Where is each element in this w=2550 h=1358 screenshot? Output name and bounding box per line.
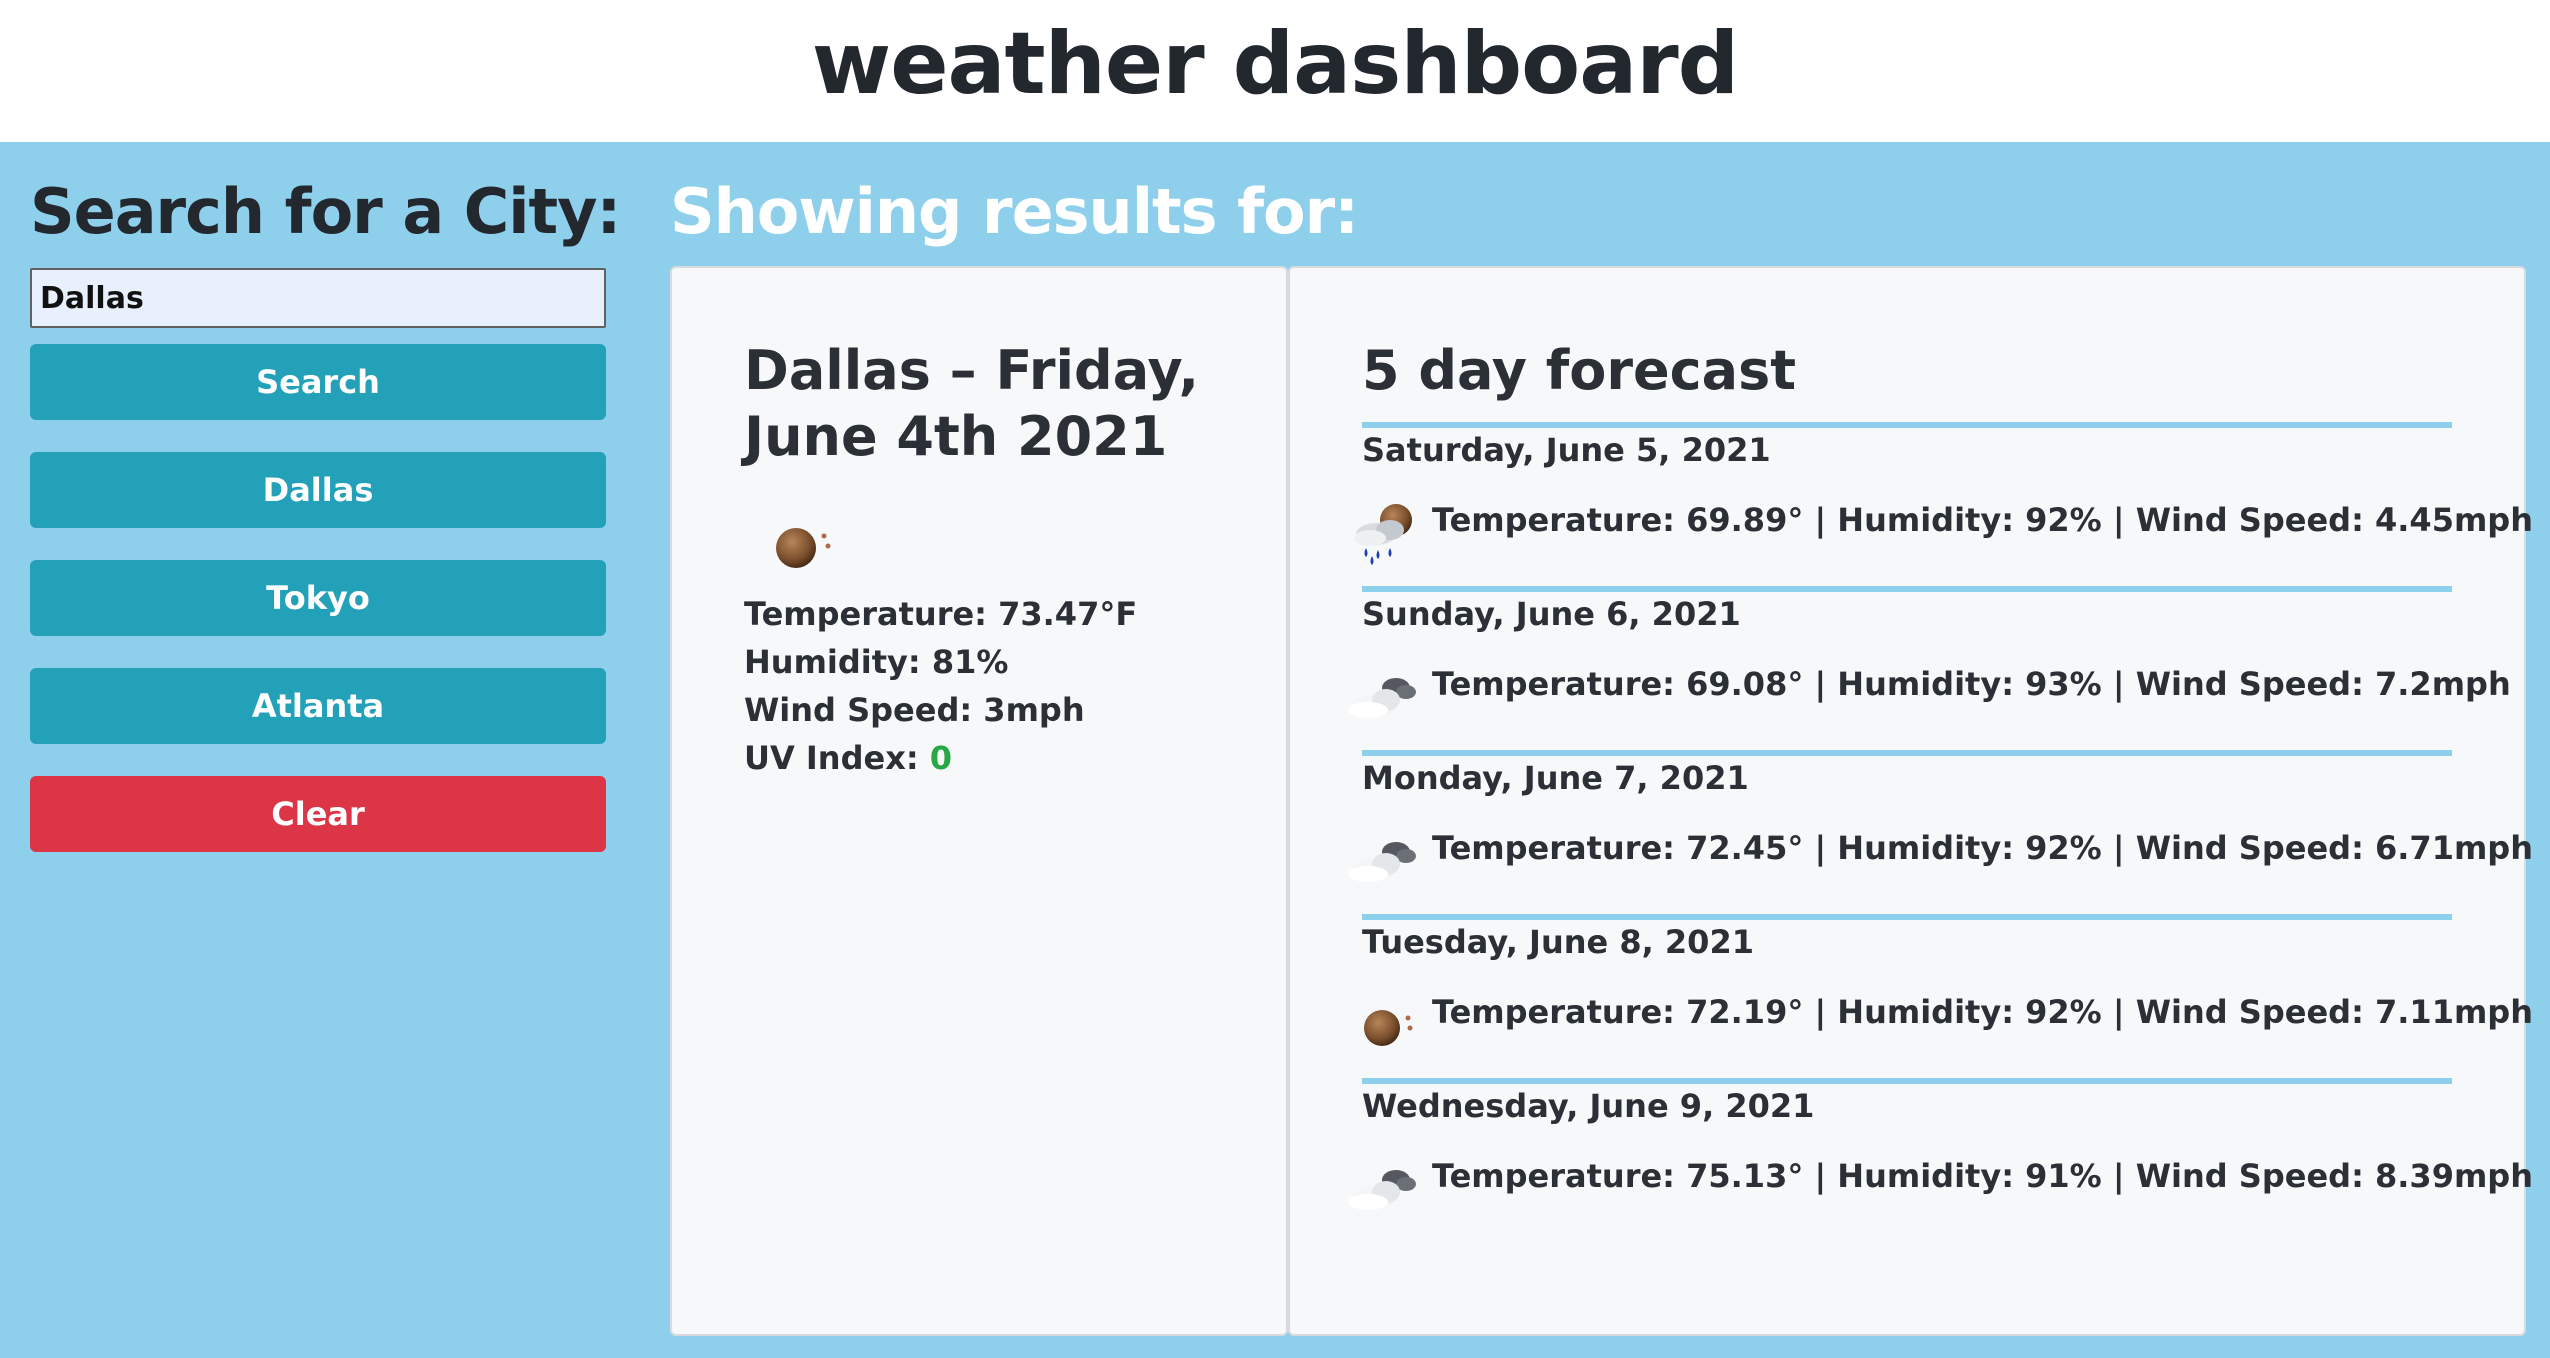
header: weather dashboard: [0, 0, 2550, 142]
history-button-dallas[interactable]: Dallas: [30, 452, 606, 528]
forecast-date: Sunday, June 6, 2021: [1362, 595, 1741, 633]
history-button-atlanta[interactable]: Atlanta: [30, 668, 606, 744]
forecast-info: Temperature: 69.89° | Humidity: 92% | Wi…: [1432, 501, 2533, 539]
current-weather-panel: Dallas – Friday, June 4th 2021 Temperatu…: [670, 266, 1288, 1336]
forecast-day: Saturday, June 5, 2021 Temperature: 69.8…: [1354, 422, 2533, 586]
cloud-icon: [1348, 678, 1416, 718]
sun-haze-icon: [1364, 1010, 1413, 1046]
forecast-day: Monday, June 7, 2021 Temperature: 72.45°…: [1348, 750, 2533, 914]
search-sidebar: Search for a City: Search Dallas Tokyo A…: [30, 160, 621, 852]
forecast-day: Sunday, June 6, 2021 Temperature: 69.08°…: [1348, 586, 2511, 750]
city-search-input[interactable]: [30, 268, 606, 328]
results-heading: Showing results for:: [670, 175, 1359, 248]
forecast-date: Monday, June 7, 2021: [1362, 759, 1749, 797]
forecast-panel: 5 day forecast Saturday, June 5, 2021 Te…: [1288, 266, 2533, 1336]
cloud-icon: [1348, 842, 1416, 882]
search-button[interactable]: Search: [30, 344, 606, 420]
forecast-info: Temperature: 69.08° | Humidity: 93% | Wi…: [1432, 665, 2511, 703]
forecast-date: Tuesday, June 8, 2021: [1362, 923, 1754, 961]
forecast-day: Tuesday, June 8, 2021 Temperature: 72.19…: [1362, 914, 2533, 1078]
history-button-tokyo[interactable]: Tokyo: [30, 560, 606, 636]
forecast-date: Saturday, June 5, 2021: [1362, 431, 1771, 469]
current-uv-index: UV Index: 0: [744, 734, 1137, 782]
uv-label: UV Index:: [744, 739, 930, 777]
page-title: weather dashboard: [811, 14, 1739, 114]
search-heading: Search for a City:: [30, 175, 621, 248]
current-temperature: Temperature: 73.47°F: [744, 595, 1138, 633]
current-stats: Temperature: 73.47°F Humidity: 81% Wind …: [744, 590, 1137, 782]
current-humidity: Humidity: 81%: [744, 643, 1009, 681]
cloud-icon: [1348, 1170, 1416, 1210]
current-city-date: Dallas – Friday, June 4th 2021: [744, 339, 1199, 468]
forecast-info: Temperature: 72.45° | Humidity: 92% | Wi…: [1432, 829, 2533, 867]
forecast-info: Temperature: 72.19° | Humidity: 92% | Wi…: [1432, 993, 2533, 1031]
forecast-date: Wednesday, June 9, 2021: [1362, 1087, 1815, 1125]
sun-haze-icon: [776, 528, 831, 568]
forecast-title: 5 day forecast: [1362, 339, 1797, 402]
current-wind-speed: Wind Speed: 3mph: [744, 691, 1085, 729]
rain-cloud-icon: [1354, 504, 1412, 565]
forecast-day: Wednesday, June 9, 2021 Temperature: 75.…: [1348, 1078, 2533, 1242]
forecast-info: Temperature: 75.13° | Humidity: 91% | Wi…: [1432, 1157, 2533, 1195]
forecast-list: Saturday, June 5, 2021 Temperature: 69.8…: [1348, 422, 2533, 1242]
clear-button[interactable]: Clear: [30, 776, 606, 852]
uv-value-badge: 0: [929, 739, 953, 777]
